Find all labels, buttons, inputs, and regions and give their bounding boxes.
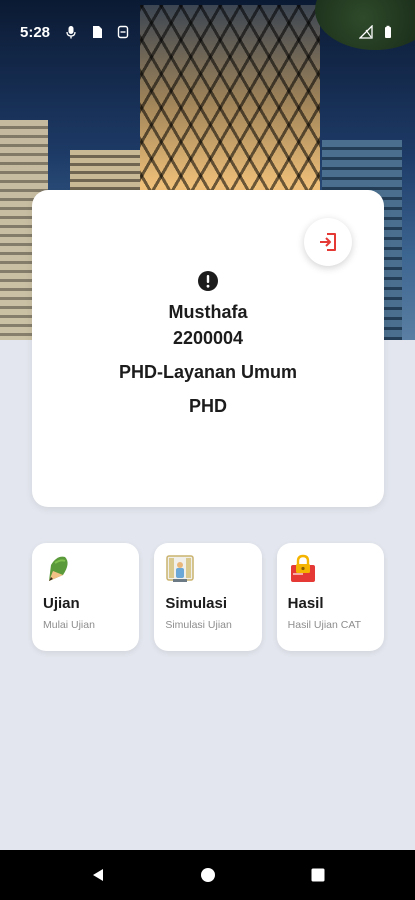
- user-name: Musthafa: [168, 302, 248, 322]
- status-icons-left: [64, 25, 130, 39]
- pencil-icon: [49, 556, 68, 581]
- recents-button[interactable]: [308, 865, 328, 885]
- logout-button[interactable]: [304, 218, 352, 266]
- signal-icon: [359, 25, 373, 39]
- menu-tile-subtitle: Mulai Ujian: [43, 619, 95, 631]
- menu-tile-title: Hasil: [287, 595, 324, 612]
- sim-card-icon: [93, 26, 103, 38]
- menu-tile-title: Ujian: [43, 595, 80, 612]
- status-time: 5:28: [20, 23, 51, 41]
- back-icon: [92, 869, 103, 881]
- menu-tile-title: Simulasi: [165, 595, 228, 612]
- navigation-bar: [0, 850, 415, 900]
- user-unit: PHD-Layanan Umum: [118, 362, 298, 382]
- user-unit-code: PHD: [188, 396, 227, 416]
- menu-tile-ujian[interactable]: Ujian Mulai Ujian: [32, 543, 140, 651]
- menu-tile-subtitle: Simulasi Ujian: [165, 619, 232, 631]
- user-id: 2200004: [172, 328, 244, 348]
- status-bar: 5:28: [0, 0, 415, 64]
- home-icon: [200, 868, 215, 882]
- battery-icon: [385, 25, 391, 38]
- back-button[interactable]: [88, 865, 108, 885]
- profile-card: Musthafa 2200004 PHD-Layanan Umum PHD: [32, 190, 384, 507]
- menu-tile-hasil[interactable]: Hasil Hasil Ujian CAT: [276, 543, 384, 651]
- simulation-icon: [166, 555, 195, 582]
- menu-tile-simulasi[interactable]: Simulasi Simulasi Ujian: [154, 543, 262, 651]
- logout-icon: [320, 233, 336, 251]
- status-icons-right: [359, 25, 395, 39]
- menu-row: Ujian Mulai Ujian Simulasi Simulasi Ujia…: [32, 543, 384, 651]
- mic-icon: [66, 26, 76, 39]
- vpn-shield-icon: [117, 25, 129, 39]
- menu-tile-subtitle: Hasil Ujian CAT: [287, 619, 361, 631]
- locked-card-icon: [290, 554, 315, 582]
- recents-icon: [311, 868, 324, 882]
- home-button[interactable]: [198, 865, 218, 885]
- alert-circle-icon: [198, 271, 218, 291]
